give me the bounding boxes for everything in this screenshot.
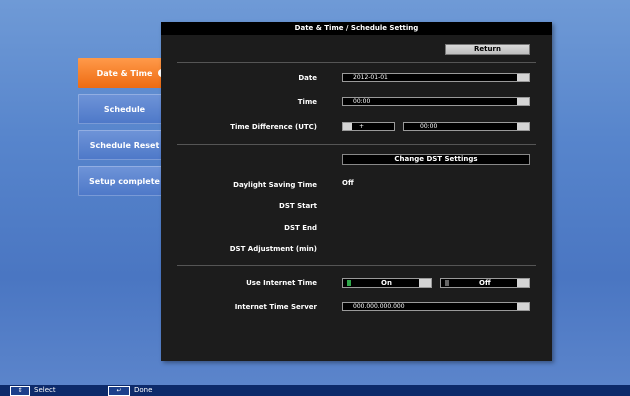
tz-offset-value: 00:00 bbox=[420, 123, 438, 130]
bottom-help-bar: ⇕ Select ↵ Done bbox=[0, 385, 630, 396]
sidebar-item-schedule[interactable]: Schedule bbox=[78, 94, 171, 124]
field-knob bbox=[517, 74, 529, 81]
sidebar-item-setup-complete[interactable]: Setup complete bbox=[78, 166, 171, 196]
field-knob bbox=[419, 279, 431, 287]
select-hint: ⇕ Select bbox=[10, 385, 56, 396]
time-label: Time bbox=[297, 98, 317, 106]
radio-indicator-icon bbox=[347, 280, 351, 286]
field-knob bbox=[343, 123, 352, 130]
dst-start-label: DST Start bbox=[279, 202, 317, 210]
dst-end-label: DST End bbox=[284, 224, 317, 232]
done-hint: ↵ Done bbox=[108, 385, 152, 396]
radio-indicator-icon bbox=[445, 280, 449, 286]
date-label: Date bbox=[298, 74, 317, 82]
field-knob bbox=[517, 98, 529, 105]
date-field[interactable]: 2012-01-01 bbox=[342, 73, 530, 82]
time-field[interactable]: 00:00 bbox=[342, 97, 530, 106]
field-knob bbox=[517, 303, 529, 310]
up-down-arrows-icon: ⇕ bbox=[10, 385, 30, 396]
settings-panel: Date & Time / Schedule Setting Return Da… bbox=[161, 22, 552, 361]
date-value: 2012-01-01 bbox=[353, 74, 388, 81]
internet-time-on-radio[interactable]: On bbox=[342, 278, 432, 288]
select-hint-label: Select bbox=[34, 386, 56, 394]
sidebar-item-label: Schedule Reset bbox=[89, 140, 160, 150]
on-label: On bbox=[381, 279, 392, 287]
sidebar-item-schedule-reset[interactable]: Schedule Reset bbox=[78, 130, 171, 160]
divider bbox=[177, 62, 536, 63]
dst-value: Off bbox=[342, 179, 354, 187]
done-hint-label: Done bbox=[134, 386, 153, 394]
off-label: Off bbox=[479, 279, 491, 287]
sidebar-item-label: Schedule bbox=[103, 104, 146, 114]
sidebar-item-label: Date & Time bbox=[96, 68, 153, 78]
dst-label: Daylight Saving Time bbox=[233, 181, 317, 189]
divider bbox=[177, 265, 536, 266]
dst-adjustment-label: DST Adjustment (min) bbox=[229, 245, 317, 253]
sidebar: Date & Time Schedule Schedule Reset Setu… bbox=[78, 58, 171, 202]
panel-title: Date & Time / Schedule Setting bbox=[161, 22, 552, 35]
tz-offset-field[interactable]: 00:00 bbox=[403, 122, 530, 131]
field-knob bbox=[517, 279, 529, 287]
use-internet-time-label: Use Internet Time bbox=[246, 279, 317, 287]
time-value: 00:00 bbox=[353, 98, 371, 105]
internet-time-server-label: Internet Time Server bbox=[234, 303, 317, 311]
change-dst-settings-button[interactable]: Change DST Settings bbox=[342, 154, 530, 165]
time-difference-label: Time Difference (UTC) bbox=[230, 123, 317, 131]
internet-time-server-field[interactable]: 000.000.000.000 bbox=[342, 302, 530, 311]
field-knob bbox=[517, 123, 529, 130]
sidebar-item-date-time[interactable]: Date & Time bbox=[78, 58, 171, 88]
internet-time-off-radio[interactable]: Off bbox=[440, 278, 530, 288]
return-button[interactable]: Return bbox=[445, 44, 530, 55]
sidebar-item-label: Setup complete bbox=[89, 176, 160, 186]
divider bbox=[177, 144, 536, 145]
tz-sign-value: + bbox=[359, 123, 365, 130]
tz-sign-field[interactable]: + bbox=[342, 122, 395, 131]
enter-key-icon: ↵ bbox=[108, 385, 130, 396]
server-value: 000.000.000.000 bbox=[353, 303, 405, 310]
